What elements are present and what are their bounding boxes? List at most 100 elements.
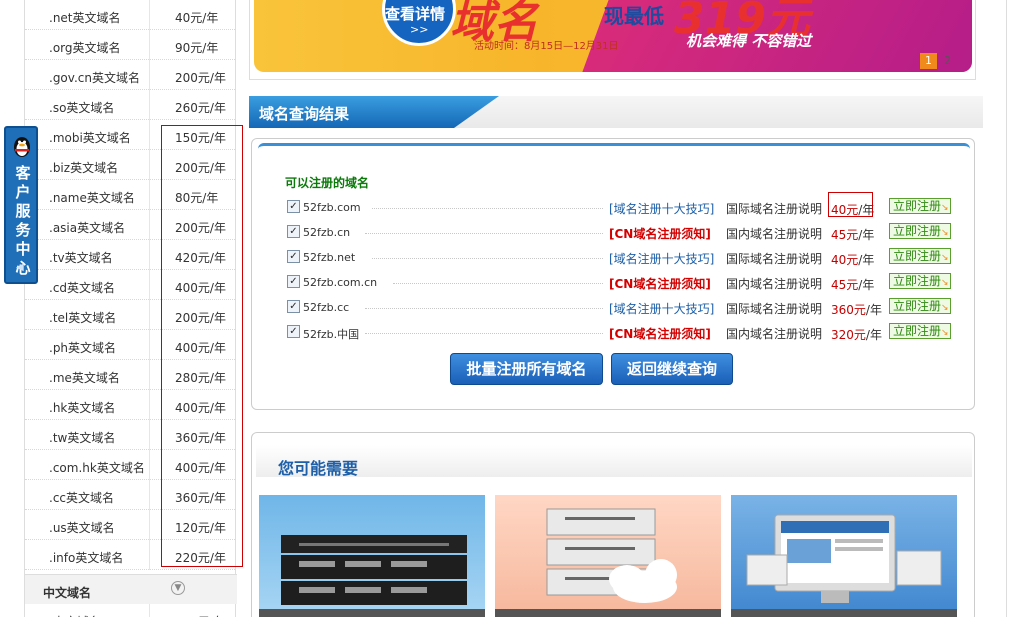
domain-tip-link[interactable]: [CN域名注册须知] [609, 275, 711, 292]
register-label: 立即注册 [893, 299, 942, 313]
domain-description-link[interactable]: 国际域名注册说明 [726, 250, 822, 267]
product-website-design[interactable] [731, 495, 957, 617]
price-row[interactable]: .中文域名 200元/年 [25, 604, 235, 617]
section-title: 中文域名 [43, 586, 92, 600]
price-row[interactable]: .org英文域名 90元/年 [25, 30, 235, 60]
row-divider [149, 360, 150, 390]
domain-tip-link[interactable]: [域名注册十大技巧] [609, 250, 714, 267]
domain-suffix[interactable]: .gov.cn英文域名 [49, 69, 140, 86]
domain-suffix[interactable]: .asia英文域名 [49, 219, 125, 236]
arrow-icon: ↘ [941, 253, 949, 263]
back-search-button[interactable]: 返回继续查询 [611, 353, 733, 385]
domain-suffix[interactable]: .mobi英文域名 [49, 129, 131, 146]
domain-checkbox[interactable]: ✓ [287, 200, 300, 213]
product-cloud-server[interactable] [495, 495, 721, 617]
price-amount: 45元 [831, 278, 859, 292]
price-amount: 45元 [831, 228, 859, 242]
price-amount: 40元 [831, 253, 859, 267]
detail-arrows: >> [410, 23, 429, 36]
domain-price: 200元/年 [175, 613, 226, 617]
banner-date: 活动时间：8月15日—12月31日 [474, 41, 619, 52]
domain-checkbox[interactable]: ✓ [287, 325, 300, 338]
promo-banner[interactable]: 查看详情 >> 域名 现最低 319元 活动时间：8月15日—12月31日 机会… [254, 0, 972, 72]
row-divider [149, 210, 150, 240]
row-divider [149, 450, 150, 480]
price-row[interactable]: .so英文域名 260元/年 [25, 90, 235, 120]
arrow-icon: ↘ [941, 303, 949, 313]
domain-suffix[interactable]: .tw英文域名 [49, 429, 115, 446]
domain-price: 360元/年 [831, 301, 882, 318]
domain-tip-link[interactable]: [域名注册十大技巧] [609, 300, 714, 317]
domain-price: 40元/年 [831, 251, 874, 268]
detail-link[interactable]: 查看详情 [385, 3, 445, 24]
domain-suffix[interactable]: .me英文域名 [49, 369, 120, 386]
batch-register-button[interactable]: 批量注册所有域名 [450, 353, 603, 385]
domain-description-link[interactable]: 国内域名注册说明 [726, 325, 822, 342]
domain-suffix[interactable]: .name英文域名 [49, 189, 135, 206]
chevron-down-icon[interactable]: ▼ [171, 581, 185, 595]
domain-tip-link[interactable]: [域名注册十大技巧] [609, 200, 714, 217]
collapse-arrow-icon[interactable]: ◀ [16, 262, 24, 273]
row-leader-dots [365, 333, 603, 334]
domain-checkbox[interactable]: ✓ [287, 275, 300, 288]
domain-suffix[interactable]: .tv英文域名 [49, 249, 113, 266]
domain-tip-link[interactable]: [CN域名注册须知] [609, 325, 711, 342]
domain-tip-link[interactable]: [CN域名注册须知] [609, 225, 711, 242]
register-now-button[interactable]: 立即注册↘ [889, 298, 951, 314]
product-bar [259, 609, 485, 617]
banner-page-2[interactable]: 2 [944, 54, 951, 67]
domain-result-row: ✓ 52fzb.com.cn [CN域名注册须知] 国内域名注册说明 45元/年 立即注册… [285, 272, 965, 294]
chinese-domain-section[interactable]: 中文域名 ▼ [25, 574, 237, 604]
price-row[interactable]: .net英文域名 40元/年 [25, 0, 235, 30]
domain-description-link[interactable]: 国际域名注册说明 [726, 200, 822, 217]
register-now-button[interactable]: 立即注册↘ [889, 323, 951, 339]
domain-checkbox[interactable]: ✓ [287, 300, 300, 313]
domain-suffix[interactable]: .biz英文域名 [49, 159, 118, 176]
domain-suffix[interactable]: .中文域名 [49, 613, 101, 617]
domain-suffix[interactable]: .so英文域名 [49, 99, 114, 116]
register-now-button[interactable]: 立即注册↘ [889, 248, 951, 264]
domain-suffix[interactable]: .com.hk英文域名 [49, 459, 145, 476]
domain-description-link[interactable]: 国内域名注册说明 [726, 275, 822, 292]
promo-banner-frame: 查看详情 >> 域名 现最低 319元 活动时间：8月15日—12月31日 机会… [249, 0, 976, 80]
domain-price: 40元/年 [175, 11, 219, 25]
domain-suffix[interactable]: .cc英文域名 [49, 489, 114, 506]
domain-suffix[interactable]: .hk英文域名 [49, 399, 115, 416]
domain-description-link[interactable]: 国际域名注册说明 [726, 300, 822, 317]
domain-suffix[interactable]: .tel英文域名 [49, 309, 116, 326]
domain-name: 52fzb.cn [303, 226, 351, 239]
arrow-icon: ↘ [941, 203, 949, 213]
domain-suffix[interactable]: .net英文域名 [49, 9, 121, 26]
domain-suffix[interactable]: .us英文域名 [49, 519, 115, 536]
domain-suffix[interactable]: .cd英文域名 [49, 279, 115, 296]
domain-price: 45元/年 [831, 226, 874, 243]
row-divider [149, 420, 150, 450]
customer-service-float[interactable]: 客户服务中心 ◀ [4, 126, 38, 284]
price-highlight-box [161, 125, 243, 567]
domain-checkbox[interactable]: ✓ [287, 225, 300, 238]
row-leader-dots [372, 208, 603, 209]
product-server-rack[interactable] [259, 495, 485, 617]
register-now-button[interactable]: 立即注册↘ [889, 223, 951, 239]
register-label: 立即注册 [893, 199, 942, 213]
domain-suffix[interactable]: .org英文域名 [49, 39, 121, 56]
domain-price: 200元/年 [175, 71, 226, 85]
row-leader-dots [372, 258, 603, 259]
row-divider [149, 604, 150, 617]
domain-suffix[interactable]: .info英文域名 [49, 549, 123, 566]
register-now-button[interactable]: 立即注册↘ [889, 198, 951, 214]
domain-suffix[interactable]: .ph英文域名 [49, 339, 116, 356]
arrow-icon: ↘ [941, 328, 949, 338]
domain-checkbox[interactable]: ✓ [287, 250, 300, 263]
domain-description-link[interactable]: 国内域名注册说明 [726, 225, 822, 242]
price-row[interactable]: .gov.cn英文域名 200元/年 [25, 60, 235, 90]
row-divider [149, 480, 150, 510]
customer-service-label: 客户服务中心 [15, 164, 31, 277]
register-now-button[interactable]: 立即注册↘ [889, 273, 951, 289]
banner-slogan: 机会难得 不容错过 [686, 32, 812, 50]
page: .net英文域名 40元/年 .org英文域名 90元/年 .gov.cn英文域名 200… [0, 0, 1009, 617]
cloud-server-icon [546, 508, 677, 603]
banner-page-1[interactable]: 1 [920, 53, 937, 69]
row-divider [149, 270, 150, 300]
row-divider [149, 540, 150, 570]
